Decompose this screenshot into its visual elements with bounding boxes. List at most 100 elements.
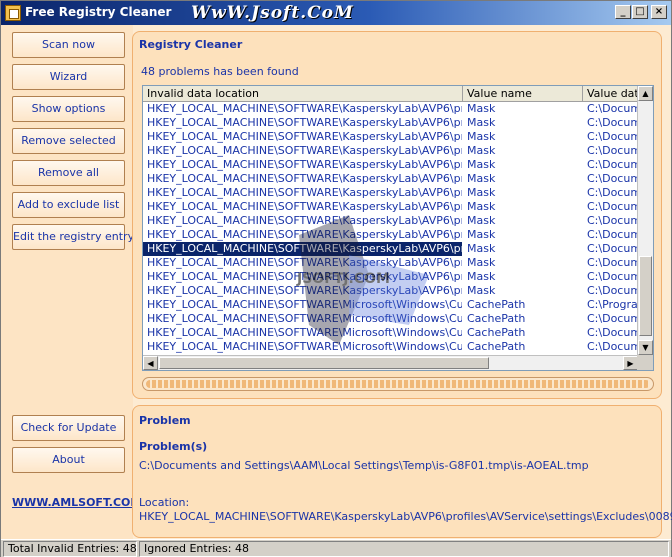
show-options-button[interactable]: Show options — [12, 96, 125, 122]
table-row[interactable]: HKEY_LOCAL_MACHINE\SOFTWARE\KasperskyLab… — [143, 158, 639, 172]
remove-all-button[interactable]: Remove all — [12, 160, 125, 186]
remove-selected-button[interactable]: Remove selected — [12, 128, 125, 154]
location-label: Location: — [139, 496, 190, 509]
registry-cleaner-panel: Registry Cleaner 48 problems has been fo… — [132, 31, 662, 399]
table-row[interactable]: HKEY_LOCAL_MACHINE\SOFTWARE\KasperskyLab… — [143, 270, 639, 284]
value-data-cell: C:\Docume — [587, 284, 639, 297]
location-cell: HKEY_LOCAL_MACHINE\SOFTWARE\Microsoft\Wi… — [147, 312, 462, 325]
table-row[interactable]: HKEY_LOCAL_MACHINE\SOFTWARE\Microsoft\Wi… — [143, 312, 639, 326]
problem-path: C:\Documents and Settings\AAM\Local Sett… — [139, 459, 589, 472]
table-row[interactable]: HKEY_LOCAL_MACHINE\SOFTWARE\KasperskyLab… — [143, 172, 639, 186]
value-name-cell: Mask — [467, 284, 496, 297]
watermark-text: WwW.Jsoft.CoM — [191, 3, 354, 23]
value-name-cell: Mask — [467, 158, 496, 171]
location-cell: HKEY_LOCAL_MACHINE\SOFTWARE\KasperskyLab… — [147, 102, 462, 115]
table-row[interactable]: HKEY_LOCAL_MACHINE\SOFTWARE\KasperskyLab… — [143, 242, 639, 256]
edit-registry-entry-button[interactable]: Edit the registry entry — [12, 224, 134, 250]
value-data-cell: C:\Docume — [587, 312, 639, 325]
table-row[interactable]: HKEY_LOCAL_MACHINE\SOFTWARE\KasperskyLab… — [143, 130, 639, 144]
problems-subtitle: Problem(s) — [139, 440, 208, 453]
add-to-exclude-list-button[interactable]: Add to exclude list — [12, 192, 125, 218]
value-name-cell: CachePath — [467, 326, 526, 339]
scroll-up-icon[interactable]: ▲ — [638, 86, 653, 101]
value-data-cell: C:\Docume — [587, 200, 639, 213]
problem-location: HKEY_LOCAL_MACHINE\SOFTWARE\KasperskyLab… — [139, 510, 672, 523]
title-bar[interactable]: Free Registry Cleaner WwW.Jsoft.CoM _ □ … — [1, 1, 671, 25]
value-data-cell: C:\Docume — [587, 326, 639, 339]
value-data-cell: C:\Docume — [587, 340, 639, 353]
table-row[interactable]: HKEY_LOCAL_MACHINE\SOFTWARE\KasperskyLab… — [143, 116, 639, 130]
table-row[interactable]: HKEY_LOCAL_MACHINE\SOFTWARE\KasperskyLab… — [143, 200, 639, 214]
table-row[interactable]: HKEY_LOCAL_MACHINE\SOFTWARE\KasperskyLab… — [143, 186, 639, 200]
column-header-value-name[interactable]: Value name — [463, 86, 583, 102]
table-body: HKEY_LOCAL_MACHINE\SOFTWARE\KasperskyLab… — [143, 102, 639, 356]
table-row[interactable]: HKEY_LOCAL_MACHINE\SOFTWARE\KasperskyLab… — [143, 228, 639, 242]
vertical-scroll-thumb[interactable] — [639, 256, 652, 336]
scan-now-button[interactable]: Scan now — [12, 32, 125, 58]
table-row[interactable]: HKEY_LOCAL_MACHINE\SOFTWARE\KasperskyLab… — [143, 102, 639, 116]
window-title: Free Registry Cleaner — [25, 5, 172, 19]
scan-progress-bar — [142, 377, 654, 391]
panel-title: Registry Cleaner — [139, 38, 243, 51]
location-cell: HKEY_LOCAL_MACHINE\SOFTWARE\Microsoft\Wi… — [147, 326, 462, 339]
table-row[interactable]: HKEY_LOCAL_MACHINE\SOFTWARE\Microsoft\Wi… — [143, 326, 639, 340]
value-data-cell: C:\Docume — [587, 144, 639, 157]
value-name-cell: Mask — [467, 228, 496, 241]
column-header-location[interactable]: Invalid data location — [143, 86, 463, 102]
app-icon — [5, 5, 21, 21]
table-row[interactable]: HKEY_LOCAL_MACHINE\SOFTWARE\Microsoft\Wi… — [143, 340, 639, 354]
location-cell: HKEY_LOCAL_MACHINE\SOFTWARE\KasperskyLab… — [147, 158, 462, 171]
location-cell: HKEY_LOCAL_MACHINE\SOFTWARE\KasperskyLab… — [147, 172, 462, 185]
location-cell: HKEY_LOCAL_MACHINE\SOFTWARE\KasperskyLab… — [147, 256, 462, 269]
location-cell: HKEY_LOCAL_MACHINE\SOFTWARE\KasperskyLab… — [147, 144, 462, 157]
sidebar: Scan now Wizard Show options Remove sele… — [1, 25, 141, 539]
value-data-cell: C:\Program — [587, 298, 639, 311]
results-table[interactable]: Invalid data location Value name Value d… — [142, 85, 654, 371]
scroll-right-icon[interactable]: ▶ — [623, 356, 638, 370]
location-cell: HKEY_LOCAL_MACHINE\SOFTWARE\KasperskyLab… — [147, 214, 462, 227]
value-name-cell: Mask — [467, 214, 496, 227]
scroll-down-icon[interactable]: ▼ — [638, 340, 653, 355]
close-button[interactable]: × — [651, 5, 667, 19]
location-cell: HKEY_LOCAL_MACHINE\SOFTWARE\KasperskyLab… — [143, 242, 462, 256]
value-name-cell: Mask — [467, 270, 496, 283]
location-cell: HKEY_LOCAL_MACHINE\SOFTWARE\KasperskyLab… — [147, 200, 462, 213]
location-cell: HKEY_LOCAL_MACHINE\SOFTWARE\KasperskyLab… — [147, 116, 462, 129]
scroll-left-icon[interactable]: ◀ — [143, 356, 158, 370]
value-name-cell: CachePath — [467, 340, 526, 353]
minimize-button[interactable]: _ — [615, 5, 631, 19]
value-data-cell: C:\Docume — [587, 214, 639, 227]
table-row[interactable]: HKEY_LOCAL_MACHINE\SOFTWARE\KasperskyLab… — [143, 256, 639, 270]
value-data-cell: C:\Docume — [587, 270, 639, 283]
location-cell: HKEY_LOCAL_MACHINE\SOFTWARE\KasperskyLab… — [147, 228, 462, 241]
status-bar: Total Invalid Entries: 48 Ignored Entrie… — [1, 539, 671, 557]
table-row[interactable]: HKEY_LOCAL_MACHINE\SOFTWARE\Microsoft\Wi… — [143, 298, 639, 312]
check-for-update-button[interactable]: Check for Update — [12, 415, 125, 441]
website-link[interactable]: WWW.AMLSOFT.COM — [12, 496, 141, 509]
wizard-button[interactable]: Wizard — [12, 64, 125, 90]
value-data-cell: C:\Docume — [587, 172, 639, 185]
maximize-button[interactable]: □ — [632, 5, 648, 19]
app-window: Free Registry Cleaner WwW.Jsoft.CoM _ □ … — [0, 0, 672, 557]
value-data-cell: C:\Docume — [587, 256, 639, 269]
horizontal-scroll-thumb[interactable] — [159, 357, 489, 369]
location-cell: HKEY_LOCAL_MACHINE\SOFTWARE\KasperskyLab… — [147, 130, 462, 143]
horizontal-scrollbar[interactable]: ◀ ▶ — [143, 355, 639, 370]
about-button[interactable]: About — [12, 447, 125, 473]
table-row[interactable]: HKEY_LOCAL_MACHINE\SOFTWARE\KasperskyLab… — [143, 214, 639, 228]
problem-panel: Problem Problem(s) C:\Documents and Sett… — [132, 405, 672, 538]
vertical-scrollbar[interactable]: ▲ ▼ — [637, 86, 653, 356]
location-cell: HKEY_LOCAL_MACHINE\SOFTWARE\Microsoft\Wi… — [147, 340, 462, 353]
total-invalid-entries: Total Invalid Entries: 48 — [3, 541, 137, 557]
table-header: Invalid data location Value name Value d… — [143, 86, 643, 102]
value-name-cell: Mask — [467, 186, 496, 199]
value-name-cell: Mask — [467, 172, 496, 185]
table-row[interactable]: HKEY_LOCAL_MACHINE\SOFTWARE\KasperskyLab… — [143, 144, 639, 158]
value-data-cell: C:\Docume — [587, 102, 639, 115]
table-row[interactable]: HKEY_LOCAL_MACHINE\SOFTWARE\KasperskyLab… — [143, 284, 639, 298]
value-name-cell: Mask — [467, 130, 496, 143]
value-data-cell: C:\Docume — [587, 116, 639, 129]
ignored-entries: Ignored Entries: 48 — [139, 541, 669, 557]
value-name-cell: Mask — [467, 256, 496, 269]
column-header-value-data[interactable]: Value data — [583, 86, 643, 102]
